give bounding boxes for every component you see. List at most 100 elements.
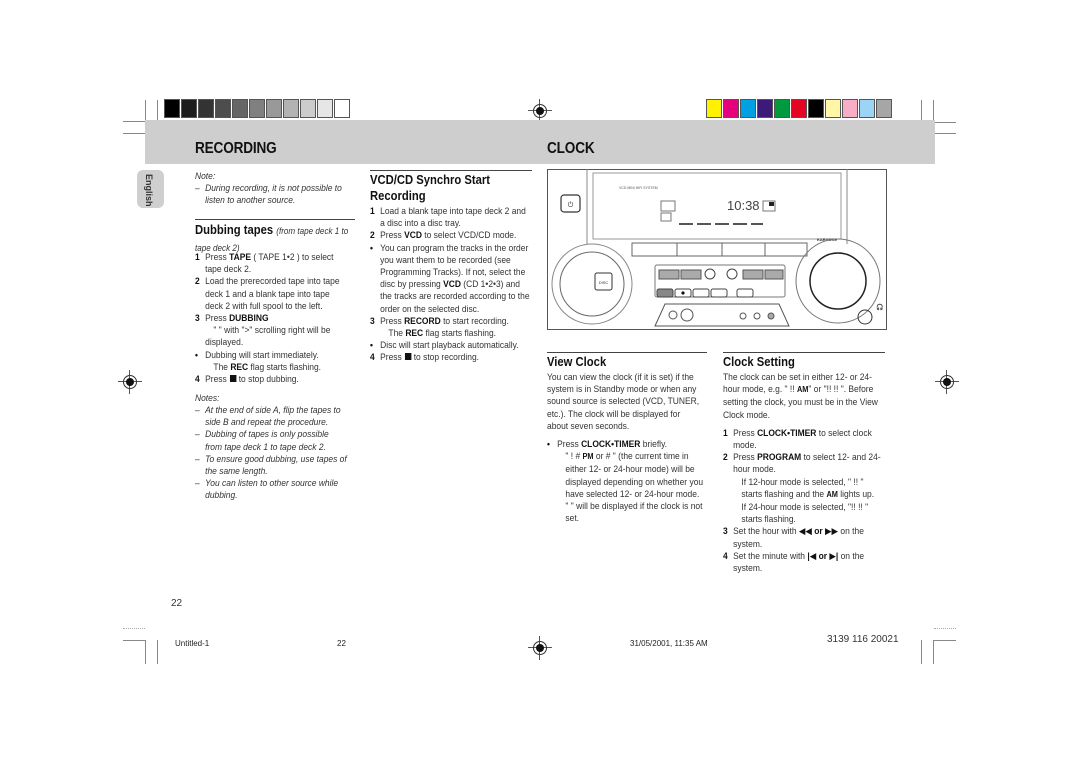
device-brand-text: VCD MINI HIFI SYSTEM bbox=[619, 186, 658, 190]
process-color-bar bbox=[706, 99, 893, 118]
note-text: During recording, it is not possible to … bbox=[205, 183, 342, 206]
crop-mark bbox=[934, 628, 956, 629]
section-divider bbox=[370, 170, 532, 171]
timestamp: 31/05/2001, 11:35 AM bbox=[630, 639, 708, 648]
function-button bbox=[656, 288, 674, 298]
power-icon: ⏻ bbox=[568, 201, 574, 209]
crop-mark bbox=[123, 133, 145, 134]
note-item: – Dubbing of tapes is only possible from … bbox=[195, 429, 329, 452]
view-clock-title: View Clock bbox=[547, 355, 607, 369]
crop-mark bbox=[934, 133, 956, 134]
bullet-program: • You can program the tracks in the order… bbox=[370, 242, 530, 314]
crop-mark bbox=[934, 640, 956, 641]
color-swatch bbox=[876, 99, 892, 118]
step-4: 4 Press to stop dubbing. bbox=[195, 374, 299, 385]
crop-mark bbox=[123, 628, 145, 629]
rewind-button bbox=[658, 269, 680, 280]
color-swatch bbox=[740, 99, 756, 118]
skip-icons: |◀ or ▶| bbox=[807, 550, 839, 561]
bullet-detail: " ! # PM or # " (the current time in eit… bbox=[565, 451, 704, 499]
file-page: 22 bbox=[337, 639, 346, 648]
step-1: 1 Press CLOCK•TIMER to select clock mode. bbox=[723, 427, 872, 451]
function-button bbox=[736, 288, 754, 298]
color-swatch bbox=[808, 99, 824, 118]
play-pause-button bbox=[726, 268, 738, 280]
color-swatch bbox=[334, 99, 350, 118]
section-title-clock: CLOCK bbox=[547, 140, 595, 157]
color-swatch bbox=[232, 99, 248, 118]
color-swatch bbox=[266, 99, 282, 118]
language-tab-label: English bbox=[144, 174, 154, 207]
step-4: 4 Set the minute with |◀ or ▶| on the sys… bbox=[723, 550, 865, 574]
notes-label: Notes: bbox=[195, 393, 220, 403]
step-2-detail: If 24-hour mode is selected, "!! !! " st… bbox=[741, 502, 869, 525]
crop-mark bbox=[933, 640, 934, 664]
file-name: Untitled-1 bbox=[175, 639, 210, 648]
color-swatch bbox=[825, 99, 841, 118]
forward-button bbox=[680, 269, 702, 280]
registration-target-bottom bbox=[528, 636, 552, 660]
stop-icon bbox=[404, 353, 411, 361]
display-segment bbox=[769, 202, 774, 206]
search-icons: ◀◀ or ▶▶ bbox=[798, 526, 839, 537]
note-item: – During recording, it is not possible to… bbox=[195, 182, 347, 206]
view-clock-body: You can view the clock (if it is set) if… bbox=[547, 371, 703, 524]
color-swatch bbox=[859, 99, 875, 118]
step-2: 2 Press PROGRAM to select 12- and 24-hour… bbox=[723, 452, 881, 475]
color-swatch bbox=[198, 99, 214, 118]
stop-button bbox=[704, 268, 716, 280]
bullet-dubbing-start: • Dubbing will start immediately. bbox=[195, 349, 319, 360]
part-number: 3139 116 20021 bbox=[827, 634, 899, 645]
grayscale-color-bar bbox=[164, 99, 351, 118]
device-front-panel-illustration: VCD MINI HIFI SYSTEM ⏻ 10:38 KARAOKE DIS… bbox=[547, 169, 887, 330]
clock-setting-title: Clock Setting bbox=[723, 355, 795, 369]
crop-mark bbox=[123, 121, 145, 122]
registration-target-left bbox=[118, 370, 142, 394]
synchro-steps: 1 Load a blank tape into tape deck 2 and … bbox=[370, 205, 531, 364]
color-swatch bbox=[249, 99, 265, 118]
color-swatch bbox=[757, 99, 773, 118]
color-swatch bbox=[317, 99, 333, 118]
bullet-playback: • Disc will start playback automatically. bbox=[370, 340, 519, 351]
stop-icon bbox=[229, 375, 236, 383]
step-3-detail: " " with ">" scrolling right will be dis… bbox=[205, 325, 331, 348]
disc-button-label: DISC bbox=[599, 280, 609, 285]
clock-setting-body: The clock can be set in either 12- or 24… bbox=[723, 371, 881, 574]
note-item: – At the end of side A, flip the tapes to… bbox=[195, 405, 341, 428]
bullet-detail: The REC flag starts flashing. bbox=[213, 361, 321, 372]
note-label: Note: bbox=[195, 171, 216, 181]
clock-display: 10:38 bbox=[727, 198, 760, 213]
color-swatch bbox=[164, 99, 180, 118]
crop-mark bbox=[157, 640, 158, 664]
bullet-clock-timer: • Press CLOCK•TIMER briefly. bbox=[547, 439, 668, 450]
crop-mark bbox=[934, 122, 956, 123]
color-swatch bbox=[791, 99, 807, 118]
color-swatch bbox=[300, 99, 316, 118]
function-button bbox=[710, 288, 728, 298]
step-3: 3 Press RECORD to start recording. bbox=[370, 315, 509, 326]
section-divider bbox=[547, 352, 707, 353]
synchro-title: VCD/CD Synchro Start Recording bbox=[370, 173, 491, 203]
section-divider bbox=[723, 352, 885, 353]
step-2: 2 Load the prerecorded tape into tape dec… bbox=[195, 276, 340, 311]
step-3-detail: The REC flag starts flashing. bbox=[388, 328, 496, 339]
section-title-recording: RECORDING bbox=[195, 140, 277, 157]
next-button bbox=[764, 269, 784, 280]
bullet-detail: " " will be displayed if the clock is no… bbox=[565, 501, 703, 524]
prev-button bbox=[742, 269, 764, 280]
step-1: 1 Press TAPE ( TAPE 1•2 ) to select tape … bbox=[195, 252, 334, 275]
section-divider bbox=[195, 219, 355, 220]
page-number: 22 bbox=[171, 598, 183, 609]
dubbing-title: Dubbing tapes bbox=[195, 223, 274, 237]
registration-target-right bbox=[935, 370, 959, 394]
step-2-detail: If 12-hour mode is selected, " !! " star… bbox=[741, 476, 875, 499]
clock-setting-para: The clock can be set in either 12- or 24… bbox=[723, 372, 878, 420]
color-swatch bbox=[774, 99, 790, 118]
step-3: 3 Press DUBBING bbox=[195, 313, 269, 324]
color-swatch bbox=[181, 99, 197, 118]
crop-mark bbox=[921, 640, 922, 664]
step-3: 3 Set the hour with ◀◀ or ▶▶ on the syste… bbox=[723, 526, 864, 549]
crop-mark bbox=[145, 640, 146, 664]
color-swatch bbox=[706, 99, 722, 118]
note-item: – To ensure good dubbing, use tapes of th… bbox=[195, 453, 347, 477]
